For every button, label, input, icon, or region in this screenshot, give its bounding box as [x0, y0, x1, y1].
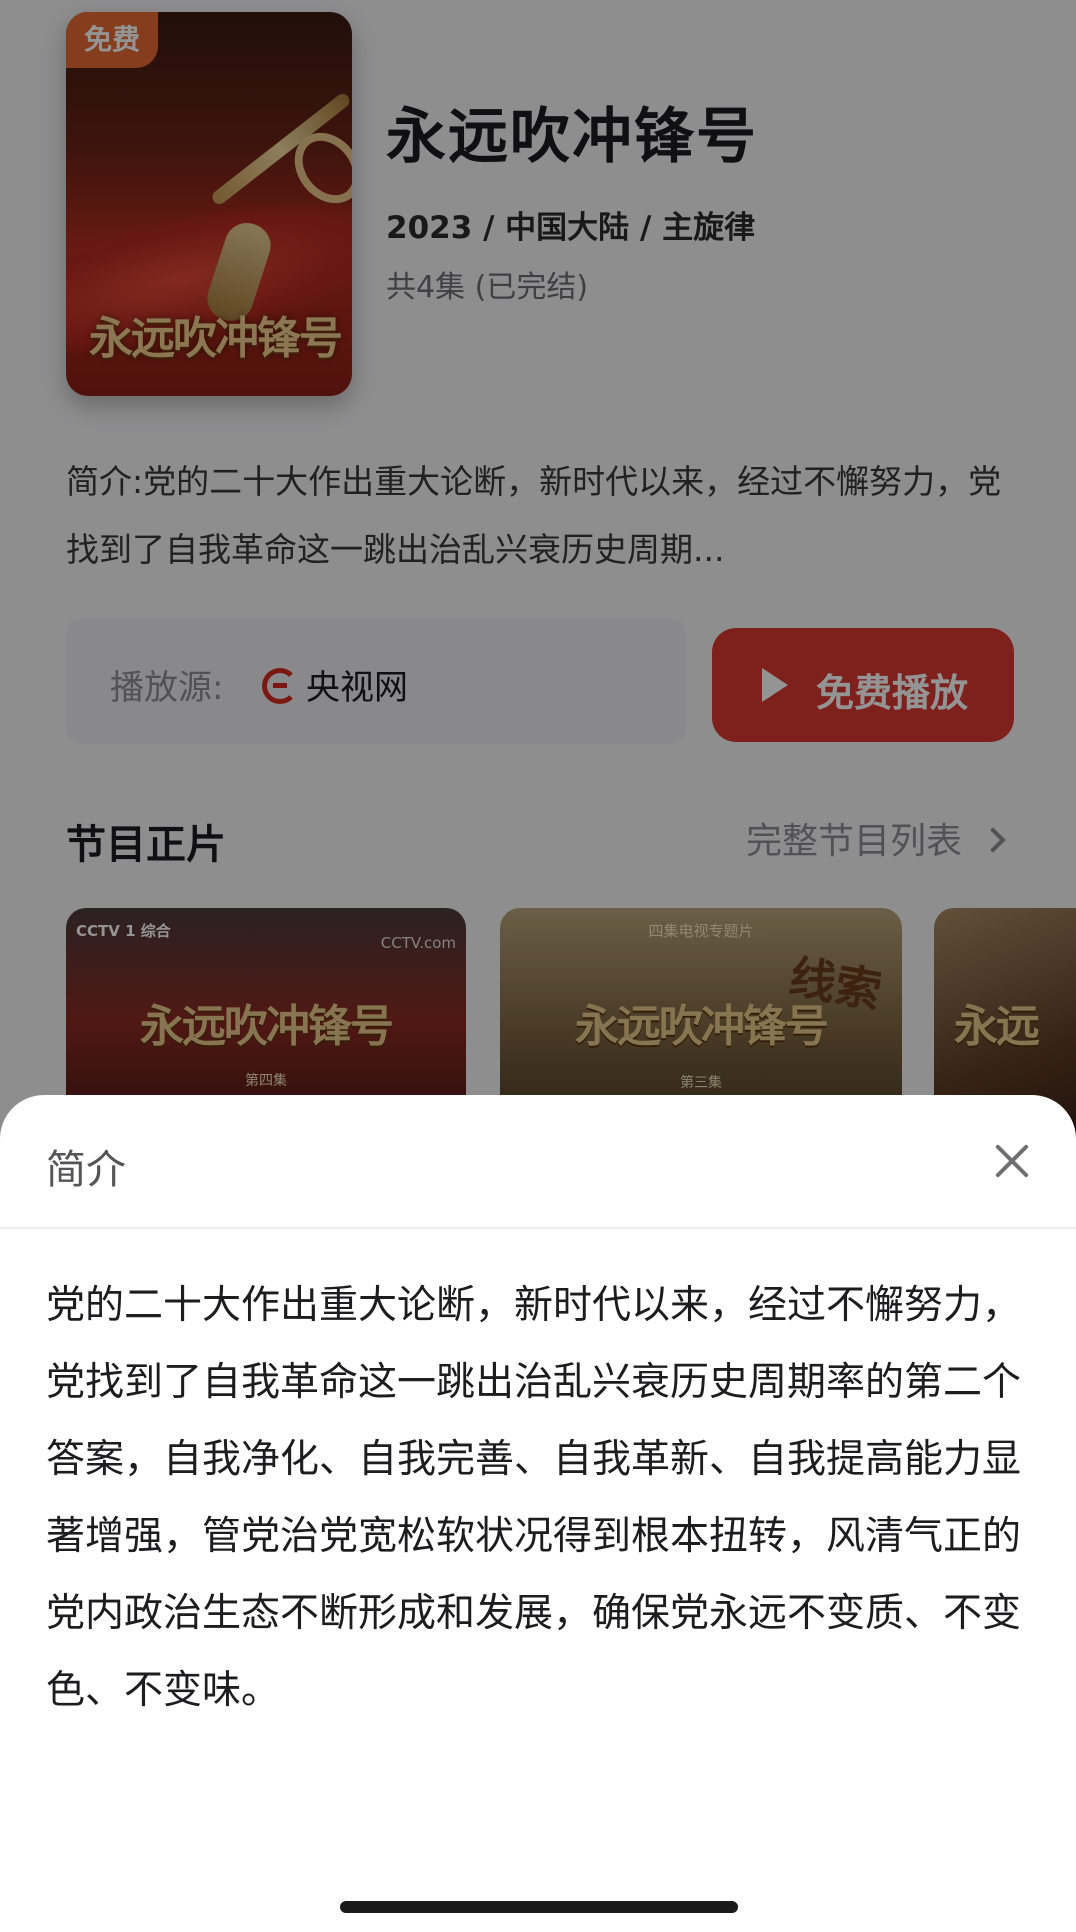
sheet-body-text: 党的二十大作出重大论断，新时代以来，经过不懈努力，党找到了自我革命这一跳出治乱兴…: [46, 1283, 1022, 1713]
intro-sheet: 简介 党的二十大作出重大论断，新时代以来，经过不懈努力，党找到了自我革命这一跳出…: [0, 1095, 1076, 1932]
sheet-header: 简介: [0, 1095, 1076, 1229]
sheet-title: 简介: [46, 1147, 126, 1193]
close-icon[interactable]: [988, 1137, 1036, 1185]
home-indicator[interactable]: [340, 1901, 738, 1913]
